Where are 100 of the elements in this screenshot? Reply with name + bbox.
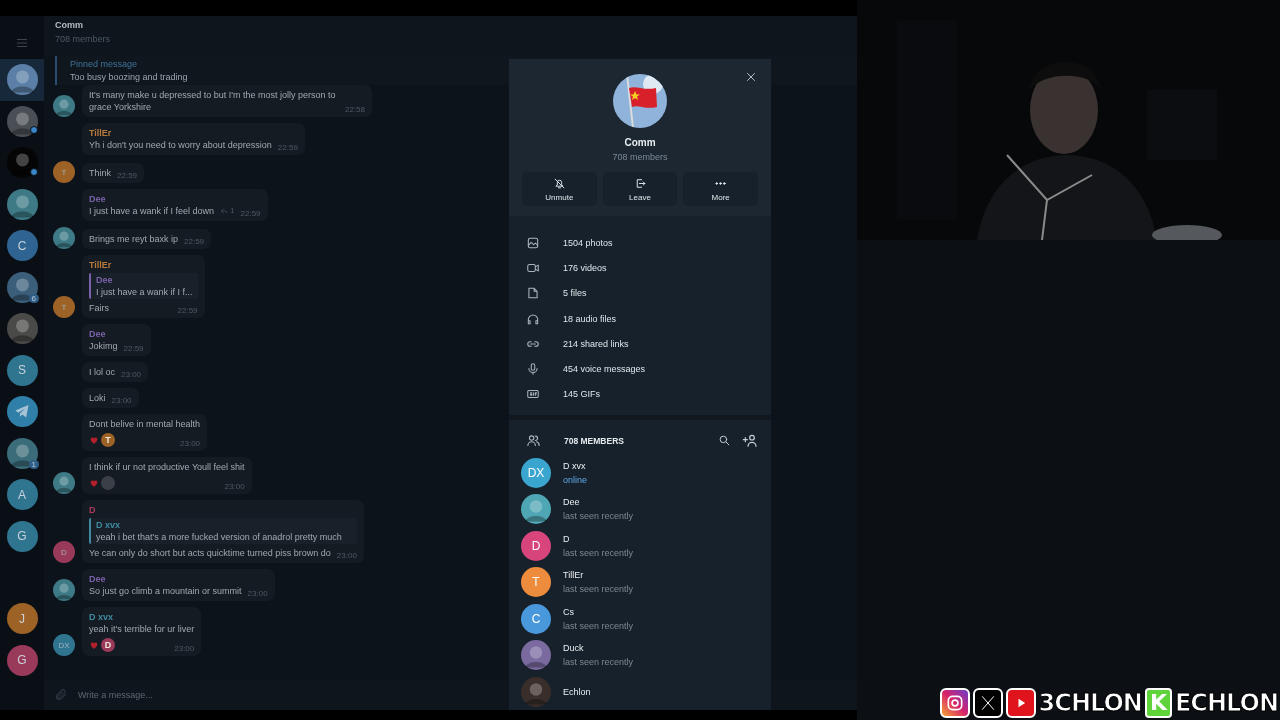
member-name: Duck <box>563 643 585 654</box>
reply-quote[interactable]: D xvx yeah i bet that's a more fucked version of anadrol pretty much <box>89 518 357 544</box>
avatar: C <box>521 603 551 634</box>
quote-author: Dee <box>96 274 113 286</box>
sender-name: D <box>89 504 96 516</box>
avatar: DX <box>521 458 551 488</box>
media-row[interactable]: 5 files <box>509 280 771 306</box>
message-time: 22:59 <box>184 236 205 248</box>
headphones-icon <box>526 311 540 326</box>
pinned-text: Too busy boozing and trading <box>70 72 188 82</box>
leave-button[interactable]: Leave <box>602 172 678 206</box>
message-time: 22:59 <box>117 170 138 182</box>
member-row[interactable]: T TillEr last seen recently <box>509 564 771 601</box>
message-time: 22:59 <box>177 305 198 317</box>
avatar: T <box>53 161 75 183</box>
reply-quote[interactable]: Dee I just have a wank if I f... <box>89 273 198 299</box>
member-name: Cs <box>563 606 575 617</box>
quote-text: yeah i bet that's a more fucked version of anadrol pretty much <box>96 531 343 543</box>
unread-badge: 6 <box>28 294 39 303</box>
add-member-button[interactable] <box>742 432 758 449</box>
channel-handle: ECHLON <box>1174 689 1278 717</box>
message-text: I lol oc <box>89 366 115 378</box>
member-name: Dee <box>563 497 581 508</box>
heart-reaction-icon[interactable] <box>89 478 99 488</box>
member-name: D <box>563 533 571 544</box>
member-name: Echlon <box>563 686 591 697</box>
message-text: Brings me reyt baxk ip <box>89 233 179 245</box>
members-icon <box>526 433 541 449</box>
group-avatar <box>613 74 667 128</box>
unmute-button[interactable]: Unmute <box>522 172 597 206</box>
chat-list-item[interactable]: S <box>0 349 44 391</box>
heart-reaction-icon[interactable] <box>89 640 99 650</box>
unread-badge: 1 <box>28 460 39 469</box>
pinned-label: Pinned message <box>70 59 138 69</box>
chat-title: Comm <box>55 20 84 30</box>
message-text: I just have a wank if I feel down <box>89 205 215 217</box>
member-name: D xvx <box>563 461 587 471</box>
chat-avatar: A <box>6 479 38 511</box>
member-row[interactable]: Dee last seen recently <box>509 491 771 528</box>
chat-list-item[interactable]: 1 <box>0 432 44 474</box>
group-name: Comm <box>624 137 656 148</box>
reactor-avatar: D <box>101 638 115 652</box>
member-status: online <box>563 475 588 485</box>
add-person-icon <box>742 432 758 449</box>
member-status: last seen recently <box>563 547 634 558</box>
media-row[interactable]: 145 GIFs <box>509 381 771 408</box>
logo-badge: K <box>1144 688 1172 718</box>
chat-avatar: G <box>6 520 38 552</box>
message-text: Think <box>89 167 111 179</box>
message-text: yeah it's terrible for ur liver <box>89 623 195 635</box>
media-row[interactable]: 18 audio files <box>509 305 771 332</box>
avatar: T <box>53 296 75 318</box>
message-time: 22:59 <box>240 208 261 220</box>
image-icon <box>526 235 540 250</box>
avatar: D <box>53 541 75 563</box>
sender-name: Dee <box>89 328 106 340</box>
chat-avatar: J <box>6 603 38 635</box>
channel-handle: 3CHLON <box>1038 689 1142 717</box>
message-text: Yh i don't you need to worry about depression <box>89 139 272 151</box>
media-row[interactable]: 176 videos <box>509 255 771 281</box>
chat-list-item[interactable] <box>0 59 44 101</box>
message-text: Jokimg <box>89 340 118 352</box>
media-row[interactable]: 454 voice messages <box>509 356 771 382</box>
member-row[interactable]: DX D xvx online <box>509 454 771 492</box>
avatar: D <box>521 530 551 561</box>
member-status: last seen recently <box>563 657 634 668</box>
search-button[interactable] <box>718 434 731 448</box>
message-text: Ye can only do short but acts quicktime turned piss brown do <box>89 547 331 559</box>
heart-reaction-icon[interactable] <box>89 435 99 445</box>
member-row[interactable]: C Cs last seen recently <box>509 600 771 638</box>
chat-list-item[interactable]: C <box>0 225 44 267</box>
member-status: last seen recently <box>563 620 634 631</box>
search-icon <box>718 434 731 448</box>
member-name: TillEr <box>563 570 585 581</box>
media-row[interactable]: 214 shared links <box>509 331 771 357</box>
media-row[interactable]: 1504 photos <box>509 230 771 256</box>
message-text: Loki <box>89 392 106 404</box>
file-icon <box>526 286 540 301</box>
message-text: Fairs <box>89 302 109 314</box>
sender-name: TillEr <box>89 127 112 139</box>
member-count: 708 members <box>55 34 112 44</box>
message-input[interactable]: Write a message... <box>78 690 378 700</box>
quote-author: D xvx <box>96 519 121 531</box>
chat-list-item[interactable]: G <box>0 639 44 681</box>
member-status: last seen recently <box>563 511 634 522</box>
message-text: It's many make u depressed to but I'm the most jolly person to grace Yorkshire <box>89 89 337 113</box>
chat-list-item[interactable]: 6 <box>0 266 44 308</box>
member-count: 708 members <box>612 152 668 162</box>
member-row[interactable]: Duck last seen recently <box>509 637 771 674</box>
chat-avatar: S <box>6 354 38 386</box>
member-row[interactable]: Echlon <box>509 673 771 710</box>
camera-icon[interactable] <box>944 693 965 713</box>
sender-name: Dee <box>89 573 106 585</box>
more-button[interactable]: More <box>683 172 758 206</box>
bell-off-icon <box>552 176 566 190</box>
avatar: DX <box>53 634 75 656</box>
message-time: 22:58 <box>344 104 365 116</box>
reply-arrow-icon <box>220 207 229 215</box>
sender-name: Dee <box>89 193 106 205</box>
member-row[interactable]: D D last seen recently <box>509 527 771 565</box>
